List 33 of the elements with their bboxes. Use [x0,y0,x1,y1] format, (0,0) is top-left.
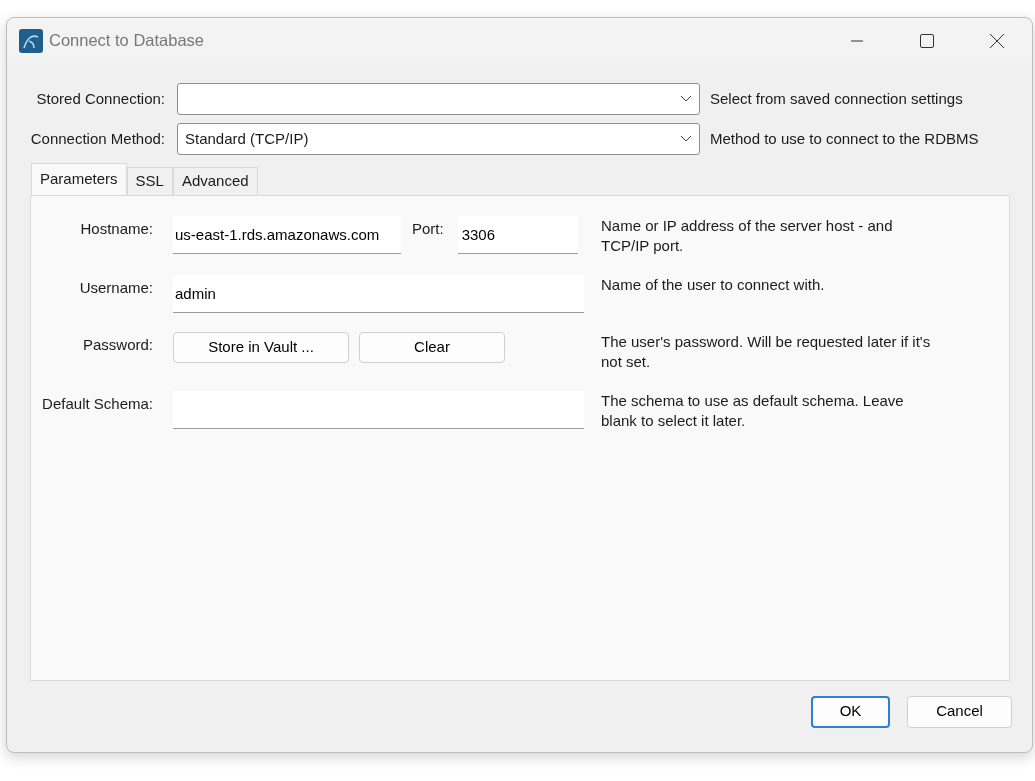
dropdown-field[interactable]: Standard (TCP/IP) [177,123,700,155]
tab[interactable]: SSL [126,167,173,195]
tab[interactable]: Advanced [172,167,258,195]
hostname-field[interactable]: us-east-1.rds.amazonaws.com [173,215,401,254]
chevron-down-icon [680,135,692,143]
field-label: Port: [412,218,444,239]
field-label: Password: [81,334,154,355]
action-button[interactable]: Store in Vault ... [173,331,349,363]
help-text: The user's password. Will be requested later if it's not set. [601,331,932,372]
chevron-down-icon [680,95,692,103]
help-text: Name or IP address of the server host - and TCP/IP port. [601,215,894,256]
help-text: Select from saved connection settings [710,88,963,109]
input-field[interactable]: admin [173,274,584,313]
dialog-button[interactable]: Cancel [907,695,1012,728]
tab[interactable]: Parameters [31,163,127,195]
maximize-icon [919,32,935,49]
input-field[interactable] [173,390,584,429]
minimize-icon [850,39,864,42]
help-text: The schema to use as default schema. Leave blank to select it later. [601,390,905,431]
field-label: Stored Connection: [35,88,166,109]
field-label: Default Schema: [41,393,154,414]
action-button[interactable]: Clear [359,331,505,363]
dialog-button[interactable]: OK [811,695,890,728]
window-title: Connect to Database [49,30,205,52]
field-label: Connection Method: [29,128,166,149]
app-logo-icon [19,28,43,53]
close-icon [989,32,1005,49]
field-label: Username: [78,277,154,298]
field-label: Hostname: [79,218,154,239]
dropdown-field[interactable] [177,83,700,115]
port-field[interactable]: 3306 [457,215,578,254]
help-text: Name of the user to connect with. [601,274,826,295]
help-text: Method to use to connect to the RDBMS [710,128,979,149]
